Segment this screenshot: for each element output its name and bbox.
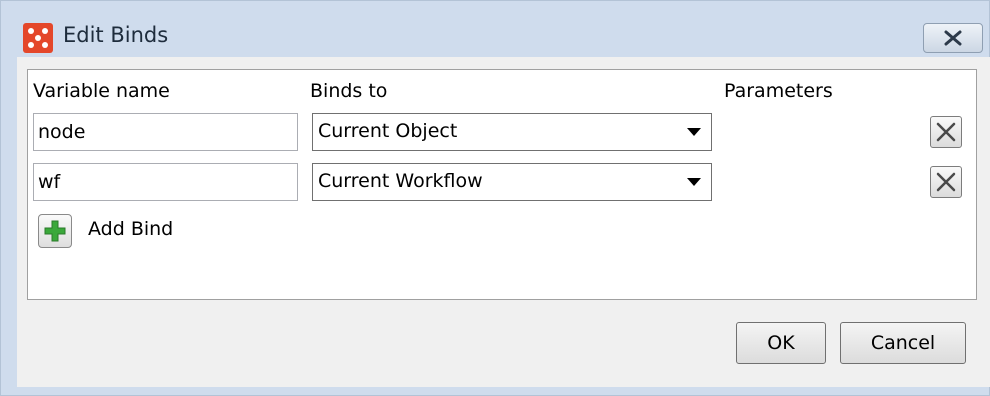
binds-panel: Variable name Binds to Parameters Curren… xyxy=(27,69,977,300)
close-button[interactable] xyxy=(923,23,983,53)
header-variable-name: Variable name xyxy=(33,80,170,102)
dialog-body: Variable name Binds to Parameters Curren… xyxy=(17,57,990,387)
header-binds-to: Binds to xyxy=(310,80,388,102)
ok-button[interactable]: OK xyxy=(736,322,826,364)
delete-bind-button[interactable] xyxy=(930,166,962,198)
app-grid-icon xyxy=(23,23,53,53)
cancel-button[interactable]: Cancel xyxy=(840,322,966,364)
delete-x-icon xyxy=(936,172,956,192)
header-parameters: Parameters xyxy=(724,80,833,102)
green-plus-icon xyxy=(44,220,66,242)
dropdown-arrow-icon xyxy=(687,178,701,186)
close-icon xyxy=(944,30,962,46)
delete-bind-button[interactable] xyxy=(930,116,962,148)
add-bind-button[interactable] xyxy=(38,214,72,248)
title-bar[interactable]: Edit Binds xyxy=(1,1,989,65)
variable-name-input[interactable] xyxy=(33,163,298,201)
window-title: Edit Binds xyxy=(63,23,169,47)
binds-to-select[interactable]: Current Workflow xyxy=(312,163,712,201)
dropdown-arrow-icon xyxy=(687,128,701,136)
delete-x-icon xyxy=(936,122,956,142)
add-bind-label[interactable]: Add Bind xyxy=(88,218,173,240)
binds-to-select[interactable]: Current Object xyxy=(312,113,712,151)
variable-name-input[interactable] xyxy=(33,113,298,151)
binds-to-value: Current Object xyxy=(318,120,458,142)
edit-binds-dialog: Edit Binds Variable name Binds to Parame… xyxy=(0,0,990,396)
binds-to-value: Current Workflow xyxy=(318,170,483,192)
